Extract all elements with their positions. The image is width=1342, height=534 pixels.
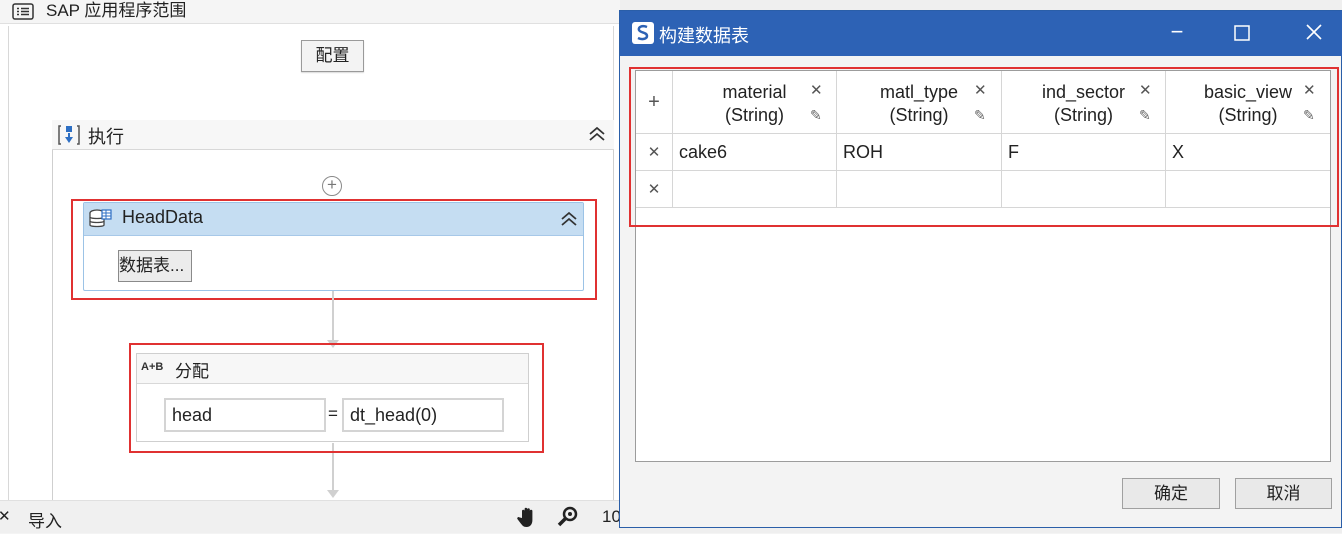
connector-line [332, 291, 334, 341]
minimize-button[interactable]: − [1162, 21, 1192, 43]
hand-pan-icon[interactable] [516, 505, 540, 529]
connector-arrow [327, 490, 339, 498]
assign-highlight [129, 343, 544, 453]
zoom-icon[interactable] [556, 505, 580, 529]
close-icon[interactable]: ✕ [0, 507, 11, 525]
sap-scope-header[interactable]: SAP 应用程序范围 [0, 0, 620, 24]
app-logo-icon [632, 22, 654, 44]
imports-tab[interactable]: 导入 [28, 507, 62, 532]
maximize-button[interactable] [1227, 23, 1257, 45]
sequence-header[interactable]: 执行 [52, 120, 614, 150]
close-button[interactable] [1299, 23, 1329, 45]
dialog-title: 构建数据表 [659, 26, 749, 46]
configure-button[interactable]: 配置 [301, 40, 364, 72]
dialog-title-bar[interactable]: 构建数据表 − [620, 11, 1342, 56]
scope-title: SAP 应用程序范围 [46, 1, 187, 20]
grid-highlight [629, 67, 1339, 227]
sequence-title: 执行 [88, 127, 124, 147]
sequence-icon [58, 124, 80, 146]
add-activity-icon[interactable]: + [322, 176, 342, 196]
ok-button[interactable]: 确定 [1122, 478, 1220, 509]
headdata-highlight [71, 199, 597, 300]
collapse-icon[interactable] [588, 126, 606, 146]
status-bar: ✕ 导入 10 [0, 500, 621, 533]
list-icon [12, 3, 34, 20]
cancel-button[interactable]: 取消 [1235, 478, 1332, 509]
